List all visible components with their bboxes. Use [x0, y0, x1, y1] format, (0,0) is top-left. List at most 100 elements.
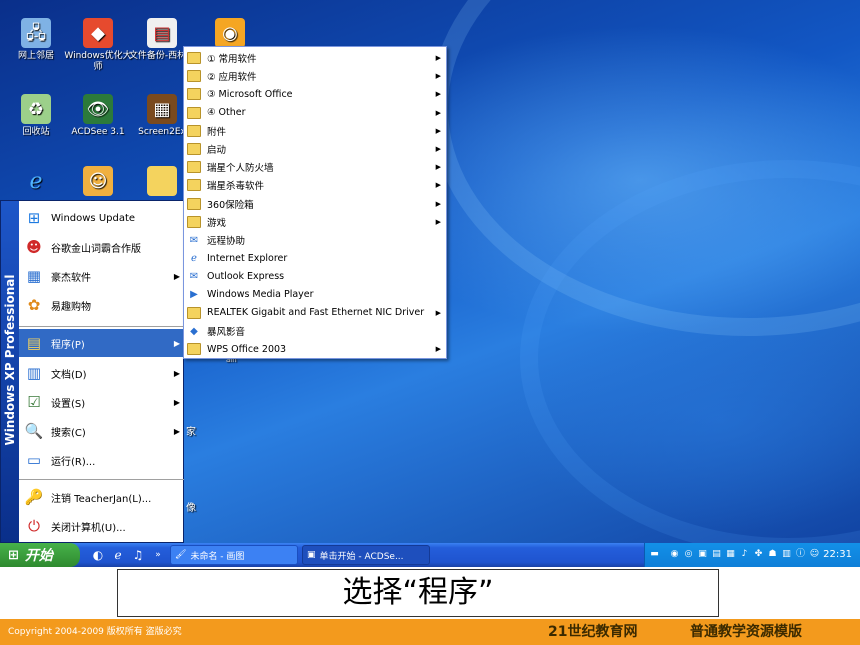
programs-item[interactable]: ▶ Windows Media Player: [184, 286, 446, 304]
start-item-run[interactable]: ▭ 运行(R)...: [19, 446, 184, 474]
programs-item-label: 远程协助: [207, 236, 246, 247]
start-item-label: 设置(S): [51, 398, 86, 410]
start-item-label: Windows Update: [51, 212, 136, 224]
programs-item[interactable]: 游戏 ▶: [184, 213, 446, 231]
quicklaunch-desktop-icon[interactable]: ◐: [90, 547, 106, 563]
submenu-arrow-icon: ▶: [435, 345, 441, 354]
folder-shape: [187, 179, 201, 192]
programs-icon: ▤: [26, 334, 42, 352]
quicklaunch-expand-icon[interactable]: »: [150, 547, 166, 563]
programs-item[interactable]: ③ Microsoft Office ▶: [184, 85, 446, 103]
programs-item[interactable]: ✉ Outlook Express: [184, 267, 446, 285]
program-group-icon: ▦: [26, 267, 42, 285]
system-tray: ▬ ◉ ◎ ▣ ▤ ▦ ♪ ✤ ☗ ▥ ⓘ ☺ 22:31: [644, 543, 860, 567]
start-item-label: 运行(R)...: [51, 456, 96, 468]
folder-shape: [187, 124, 201, 137]
programs-item-label: 启动: [207, 145, 227, 156]
folder-icon: [187, 51, 201, 65]
programs-item[interactable]: 启动 ▶: [184, 140, 446, 158]
start-item-search[interactable]: 🔍 搜索(C) ▶: [19, 417, 184, 445]
folder-icon: [187, 215, 201, 229]
tray-chat-icon[interactable]: ▦: [725, 549, 736, 560]
start-button[interactable]: ⊞ 开始: [0, 543, 80, 567]
folder-shape: [187, 52, 201, 64]
folder-shape: [187, 197, 201, 210]
start-item-settings[interactable]: ☑ 设置(S) ▶: [19, 388, 184, 416]
task-acdsee[interactable]: ▣ 单击开始 - ACDSe...: [302, 545, 430, 565]
folder-icon: [147, 166, 177, 196]
programs-item-label: ② 应用软件: [207, 72, 257, 84]
start-item-windows-update[interactable]: ⊞ Windows Update: [19, 204, 184, 232]
start-item-dictionary[interactable]: ☻ 谷歌金山词霸合作版: [19, 233, 184, 261]
folder-shape: [187, 306, 201, 319]
programs-item-label: Windows Media Player: [207, 289, 314, 301]
taskbar: ⊞ 开始 ◐ ℯ ♫ » 🖌 未命名 - 画图 ▣ 单击开始 - ACDSe..…: [0, 543, 860, 567]
tray-keyboard-icon[interactable]: ▬: [649, 549, 660, 560]
tray-shield-icon[interactable]: ◉: [669, 549, 680, 560]
programs-item[interactable]: ✉ 远程协助: [184, 231, 446, 249]
screen2exe-icon: ▦: [147, 94, 177, 124]
start-menu-divider: [19, 326, 184, 327]
start-item-shopping[interactable]: ✿ 易趣购物: [19, 291, 184, 319]
programs-item[interactable]: ④ Other ▶: [184, 104, 446, 122]
tray-network-icon[interactable]: ▤: [711, 549, 722, 560]
quicklaunch-media-icon[interactable]: ♫: [130, 547, 146, 563]
tray-display-icon[interactable]: ▥: [781, 549, 792, 560]
submenu-arrow-icon: ▶: [435, 181, 441, 190]
programs-item[interactable]: ① 常用软件 ▶: [184, 49, 446, 67]
programs-item-label: ③ Microsoft Office: [207, 88, 293, 100]
submenu-arrow-icon: ▶: [173, 338, 180, 348]
start-item-shutdown[interactable]: ⏻ 关闭计算机(U)...: [19, 512, 184, 540]
programs-item-label: 瑞星个人防火墙: [207, 163, 274, 175]
desktop-icon-acdsee[interactable]: 👁 ACDSee 3.1: [62, 94, 134, 138]
programs-item[interactable]: ◆ 暴风影音: [184, 322, 446, 340]
desktop-icon-user[interactable]: ☺: [62, 166, 134, 199]
submenu-arrow-icon: ▶: [435, 126, 441, 135]
submenu-arrow-icon: ▶: [173, 271, 180, 281]
tray-smile-icon[interactable]: ☺: [809, 549, 820, 560]
tray-plant-icon[interactable]: ✤: [753, 549, 764, 560]
start-item-documents[interactable]: ▥ 文档(D) ▶: [19, 359, 184, 387]
shopping-icon: ✿: [27, 296, 41, 314]
start-item-programs[interactable]: ▤ 程序(P) ▶: [19, 329, 184, 357]
folder-shape: [187, 143, 201, 155]
task-paint[interactable]: 🖌 未命名 - 画图: [170, 545, 298, 565]
quicklaunch-ie-icon[interactable]: ℯ: [110, 547, 126, 563]
tray-refresh-icon[interactable]: ◎: [683, 549, 694, 560]
remote-assistance-icon: ✉: [189, 234, 199, 246]
submenu-arrow-icon: ▶: [173, 426, 180, 436]
programs-item[interactable]: ℯ Internet Explorer: [184, 249, 446, 267]
submenu-arrow-icon: ▶: [435, 108, 441, 117]
tray-sound-icon[interactable]: ♪: [739, 549, 750, 560]
media-player-icon: ▶: [190, 289, 198, 301]
tray-info-icon[interactable]: ⓘ: [795, 549, 806, 560]
programs-item-label: Outlook Express: [207, 270, 285, 282]
tray-security-icon[interactable]: ☗: [767, 549, 778, 560]
submenu-arrow-icon: ▶: [173, 397, 180, 407]
programs-item[interactable]: 瑞星杀毒软件 ▶: [184, 176, 446, 194]
shutdown-icon: ⏻: [28, 517, 40, 535]
folder-shape: [187, 88, 201, 101]
submenu-arrow-icon: ▶: [435, 145, 441, 153]
outlook-icon: ✉: [189, 270, 199, 282]
start-menu-divider: [19, 479, 184, 480]
programs-item[interactable]: ② 应用软件 ▶: [184, 67, 446, 85]
start-item-logoff[interactable]: 🔑 注销 TeacherJan(L)...: [19, 483, 184, 511]
desktop-icon-optimizer[interactable]: ◆ Windows优化大师: [62, 18, 134, 73]
folder-icon: [187, 124, 201, 138]
search-icon: 🔍: [24, 422, 44, 440]
programs-item[interactable]: 附件 ▶: [184, 122, 446, 140]
start-item-hj-software[interactable]: ▦ 豪杰软件 ▶: [19, 262, 184, 290]
programs-item[interactable]: 瑞星个人防火墙 ▶: [184, 158, 446, 176]
run-icon: ▭: [26, 451, 42, 469]
desktop-icon-label: Windows优化大师: [64, 51, 132, 72]
desktop: 🖧 网上邻居 ◆ Windows优化大师 ▤ 文件备份-西林星 ◉ ♻ 回收站 …: [0, 0, 860, 567]
folder-icon: [187, 160, 201, 174]
programs-item[interactable]: WPS Office 2003 ▶: [184, 340, 446, 358]
tray-monitor-icon[interactable]: ▣: [697, 549, 708, 560]
programs-item[interactable]: 360保险箱 ▶: [184, 195, 446, 213]
settings-icon: ☑: [27, 393, 41, 411]
windows-update-icon: ⊞: [27, 209, 41, 227]
ie-icon: ℯ: [29, 168, 43, 194]
programs-item[interactable]: REALTEK Gigabit and Fast Ethernet NIC Dr…: [184, 304, 446, 322]
